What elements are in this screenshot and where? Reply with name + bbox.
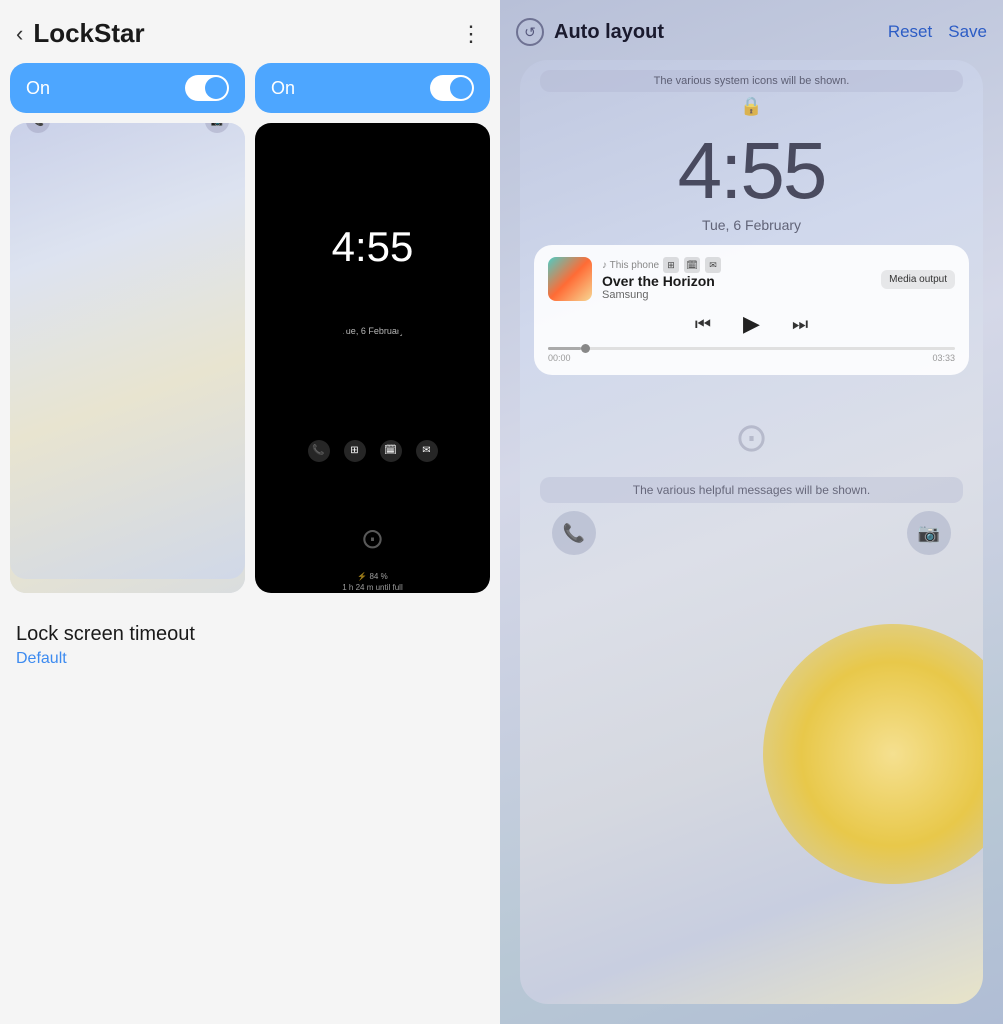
dark-preview[interactable]: 4:55 Tue, 6 February 📞 ⊞ 🗓 ✉ ⊙ ⚡ 84 % 1 … [255, 123, 490, 593]
main-preview-content: The various system icons will be shown. … [520, 60, 983, 571]
toggle-switch-2[interactable] [430, 75, 474, 101]
mcm-thumbnail [548, 257, 592, 301]
mcm-icon-2: 🗓 [684, 257, 700, 273]
battery-sub: 1 h 24 m until full [342, 582, 402, 593]
main-date: Tue, 6 February [520, 217, 983, 233]
light-bottom-icons: 📞 📷 [10, 123, 245, 579]
dark-icon-cal[interactable]: 🗓 [380, 440, 402, 462]
reset-button[interactable]: Reset [888, 22, 932, 42]
mcm-prev-button[interactable]: ⏮ [695, 314, 711, 335]
preview-row: The various system icons will be shown. … [0, 123, 500, 593]
mcm-artist: Samsung [602, 289, 721, 301]
yellow-orb-main [763, 624, 983, 884]
mcm-controls: ⏮ ▶ ⏭ [548, 311, 955, 337]
phone-icon-light[interactable]: 📞 [26, 123, 50, 133]
right-panel: ↺ Auto layout Reset Save The various sys… [500, 0, 1003, 1024]
fingerprint-icon-dark: ⊙ [361, 522, 384, 555]
auto-layout-title: Auto layout [554, 21, 664, 44]
save-button[interactable]: Save [948, 22, 987, 42]
mcm-time-end: 03:33 [932, 353, 955, 363]
toggle-2-label: On [271, 78, 295, 99]
mcm-play-button[interactable]: ▶ [743, 311, 760, 337]
timeout-section: Lock screen timeout Default [0, 607, 500, 684]
light-preview[interactable]: The various system icons will be shown. … [10, 123, 245, 593]
mcm-progress-bar [548, 347, 955, 350]
mcm-app: ♪ This phone ⊞ 🗓 ✉ [602, 257, 721, 273]
toggle-1-label: On [26, 78, 50, 99]
back-button[interactable]: ‹ [16, 21, 23, 47]
timeout-title: Lock screen timeout [16, 623, 484, 646]
main-top-message: The various system icons will be shown. [540, 70, 963, 92]
camera-icon-light[interactable]: 📷 [205, 123, 229, 133]
mcm-app-text: ♪ This phone [602, 260, 659, 271]
mcm-song: Over the Horizon [602, 273, 721, 289]
mcm-media-output[interactable]: Media output [881, 270, 955, 289]
main-fingerprint-icon: ⊙ [520, 415, 983, 461]
main-phone-icon[interactable]: 📞 [552, 511, 596, 555]
main-time: 4:55 [520, 125, 983, 217]
dark-icon-mail[interactable]: ✉ [416, 440, 438, 462]
main-bottom-message: The various helpful messages will be sho… [540, 477, 963, 503]
main-bottom-icons: 📞 📷 [520, 511, 983, 555]
dark-icon-phone[interactable]: 📞 [308, 440, 330, 462]
mcm-icon-3: ✉ [705, 257, 721, 273]
battery-percent: ⚡ 84 % [342, 571, 402, 582]
right-header-left: ↺ Auto layout [516, 18, 664, 46]
mcm-icon-row: ⊞ 🗓 ✉ [663, 257, 721, 273]
mcm-progress-fill [548, 347, 581, 350]
app-title: LockStar [33, 18, 144, 49]
auto-layout-icon: ↺ [516, 18, 544, 46]
mcm-times: 00:00 03:33 [548, 353, 955, 363]
toggle-switch-1[interactable] [185, 75, 229, 101]
header-left: ‹ LockStar [16, 18, 145, 49]
mcm-left: ♪ This phone ⊞ 🗓 ✉ Over the Horizon Sams… [548, 257, 721, 301]
dark-icons-row: 📞 ⊞ 🗓 ✉ [308, 440, 438, 462]
toggle-card-1[interactable]: On [10, 63, 245, 113]
timeout-value[interactable]: Default [16, 650, 484, 668]
main-preview: The various system icons will be shown. … [520, 60, 983, 1004]
mcm-next-button[interactable]: ⏭ [792, 314, 808, 335]
mcm-info: ♪ This phone ⊞ 🗓 ✉ Over the Horizon Sams… [602, 257, 721, 301]
more-options-button[interactable]: ⋮ [460, 21, 484, 47]
toggle-card-2[interactable]: On [255, 63, 490, 113]
right-header-actions: Reset Save [888, 22, 987, 42]
mcm-time-start: 00:00 [548, 353, 571, 363]
main-lock-icon: 🔒 [520, 96, 983, 117]
dark-icon-msg[interactable]: ⊞ [344, 440, 366, 462]
dark-time: 4:55 [332, 223, 414, 322]
main-camera-icon[interactable]: 📷 [907, 511, 951, 555]
music-card-main: ♪ This phone ⊞ 🗓 ✉ Over the Horizon Sams… [534, 245, 969, 375]
toggle-row: On On [0, 63, 500, 113]
left-panel: ‹ LockStar ⋮ On On The various system ic… [0, 0, 500, 1024]
mcm-header: ♪ This phone ⊞ 🗓 ✉ Over the Horizon Sams… [548, 257, 955, 301]
right-header: ↺ Auto layout Reset Save [500, 0, 1003, 60]
battery-info: ⚡ 84 % 1 h 24 m until full [342, 571, 402, 593]
left-header: ‹ LockStar ⋮ [0, 0, 500, 63]
dark-date: Tue, 6 February [341, 326, 405, 425]
mcm-progress-dot [581, 344, 590, 353]
mcm-icon-1: ⊞ [663, 257, 679, 273]
